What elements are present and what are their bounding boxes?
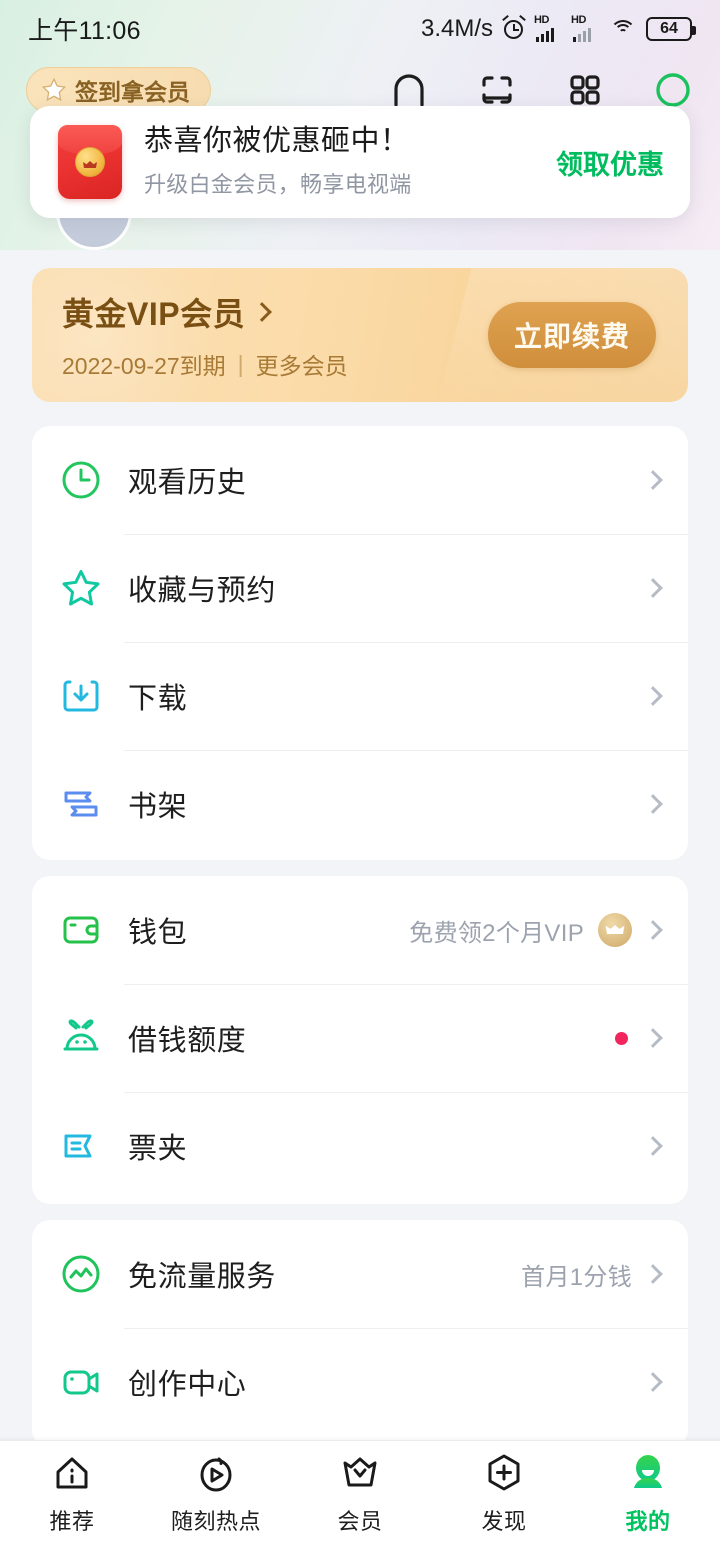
menu-label: 收藏与预约	[128, 575, 277, 607]
vip-banner[interactable]: 黄金VIP会员 2022-09-27到期 | 更多会员 立即续费	[32, 268, 688, 402]
menu-label: 书架	[128, 791, 188, 823]
nav-label: 随刻热点	[170, 1508, 261, 1534]
renew-now-button[interactable]: 立即续费	[488, 302, 656, 368]
crown-icon	[337, 1450, 383, 1496]
menu-label: 借钱额度	[128, 1025, 247, 1057]
library-group: 观看历史 收藏与预约 下载 书架	[32, 426, 688, 860]
chevron-right-icon	[643, 578, 663, 598]
menu-label: 票夹	[128, 1133, 188, 1165]
money-bag-icon	[58, 1015, 104, 1061]
play-hot-icon	[193, 1450, 239, 1496]
chevron-right-icon	[252, 302, 272, 322]
menu-row-favorites[interactable]: 收藏与预约	[32, 534, 688, 642]
wallet-icon	[58, 907, 104, 953]
star-outline-icon	[58, 565, 104, 611]
chevron-right-icon	[643, 686, 663, 706]
header-icon-group	[388, 69, 694, 111]
finance-group: 钱包 免费领2个月VIP 借钱额度 票夹	[32, 876, 688, 1204]
nav-item-mine[interactable]: 我的	[576, 1450, 720, 1536]
person-icon	[625, 1450, 671, 1496]
menu-row-creator-center[interactable]: 创作中心	[32, 1328, 688, 1436]
promo-text-block: 恭喜你被优惠砸中！ 升级白金会员，畅享电视端	[144, 125, 546, 199]
promo-title: 恭喜你被优惠砸中！	[144, 124, 410, 157]
bookshelf-icon	[58, 781, 104, 827]
chevron-right-icon	[643, 920, 663, 940]
hd-label-sim1: HD	[534, 14, 550, 26]
menu-row-downloads[interactable]: 下载	[32, 642, 688, 750]
signal-sim2-icon: HD	[571, 14, 600, 42]
network-speed: 3.4M/s	[420, 15, 493, 42]
status-bar: 上午11:06 3.4M/s HD HD 64	[0, 0, 720, 58]
chevron-right-icon	[643, 1372, 663, 1392]
free-data-icon	[58, 1251, 104, 1297]
menu-row-free-data[interactable]: 免流量服务 首月1分钱	[32, 1220, 688, 1328]
menu-label: 钱包	[128, 917, 188, 949]
cast-icon[interactable]	[388, 69, 430, 111]
home-icon	[49, 1450, 95, 1496]
promo-notification-card[interactable]: 恭喜你被优惠砸中！ 升级白金会员，畅享电视端 领取优惠	[30, 106, 690, 218]
nav-label: 我的	[625, 1508, 671, 1534]
services-group: 免流量服务 首月1分钱 创作中心	[32, 1220, 688, 1448]
scan-card-icon[interactable]	[476, 69, 518, 111]
menu-row-bookshelf[interactable]: 书架	[32, 750, 688, 858]
claim-coupon-button[interactable]: 领取优惠	[556, 143, 664, 182]
nav-item-hot[interactable]: 随刻热点	[144, 1450, 288, 1536]
menu-row-wallet[interactable]: 钱包 免费领2个月VIP	[32, 876, 688, 984]
avatar-ring-icon[interactable]	[652, 69, 694, 111]
creator-camera-icon	[58, 1359, 104, 1405]
status-icons: 3.4M/s HD HD 64	[420, 14, 696, 43]
bottom-navigation-bar: 推荐 随刻热点 会员 发现 我的	[0, 1440, 720, 1544]
red-envelope-icon	[58, 125, 122, 199]
star-icon	[41, 77, 67, 103]
red-dot-badge	[615, 1031, 628, 1045]
nav-item-discover[interactable]: 发现	[432, 1450, 576, 1536]
crown-coin-icon	[75, 147, 105, 177]
plus-hex-icon	[481, 1450, 527, 1496]
promo-subtitle: 升级白金会员，畅享电视端	[144, 172, 412, 198]
vip-divider: |	[237, 350, 244, 377]
signin-label: 签到拿会员	[75, 79, 190, 105]
signal-sim1-icon: HD	[534, 14, 563, 42]
download-icon	[58, 673, 104, 719]
chevron-right-icon	[643, 1136, 663, 1156]
wifi-icon	[609, 18, 637, 40]
hd-label-sim2: HD	[571, 14, 587, 26]
ticket-icon	[58, 1123, 104, 1169]
menu-row-tickets[interactable]: 票夹	[32, 1092, 688, 1200]
clock-history-icon	[58, 457, 104, 503]
nav-label: 推荐	[49, 1508, 95, 1534]
grid-apps-icon[interactable]	[564, 69, 606, 111]
battery-level: 64	[660, 20, 678, 37]
more-membership-link[interactable]: 更多会员	[256, 347, 348, 381]
vip-title-row[interactable]: 黄金VIP会员	[62, 289, 488, 335]
chevron-right-icon	[643, 1264, 663, 1284]
vip-crown-badge-icon	[598, 913, 632, 947]
vip-info: 黄金VIP会员 2022-09-27到期 | 更多会员	[62, 289, 488, 381]
nav-item-vip[interactable]: 会员	[288, 1450, 432, 1536]
menu-label: 创作中心	[128, 1369, 247, 1401]
menu-label: 观看历史	[128, 467, 247, 499]
chevron-right-icon	[643, 794, 663, 814]
vip-subtitle-row: 2022-09-27到期 | 更多会员	[62, 347, 488, 381]
nav-item-recommend[interactable]: 推荐	[0, 1450, 144, 1536]
nav-label: 会员	[337, 1508, 383, 1534]
chevron-right-icon	[643, 470, 663, 490]
alarm-clock-icon	[502, 14, 526, 41]
menu-row-loan-quota[interactable]: 借钱额度	[32, 984, 688, 1092]
vip-expiry: 2022-09-27到期	[62, 353, 226, 379]
vip-title: 黄金VIP会员	[62, 296, 246, 332]
menu-row-watch-history[interactable]: 观看历史	[32, 426, 688, 534]
menu-extra-text: 首月1分钱	[521, 1263, 632, 1291]
status-time: 上午11:06	[28, 17, 141, 45]
battery-icon: 64	[646, 17, 696, 41]
menu-label: 下载	[128, 683, 188, 715]
chevron-right-icon	[643, 1028, 663, 1048]
menu-label: 免流量服务	[128, 1261, 277, 1293]
menu-extra-text: 免费领2个月VIP	[409, 919, 584, 947]
nav-label: 发现	[481, 1508, 527, 1534]
